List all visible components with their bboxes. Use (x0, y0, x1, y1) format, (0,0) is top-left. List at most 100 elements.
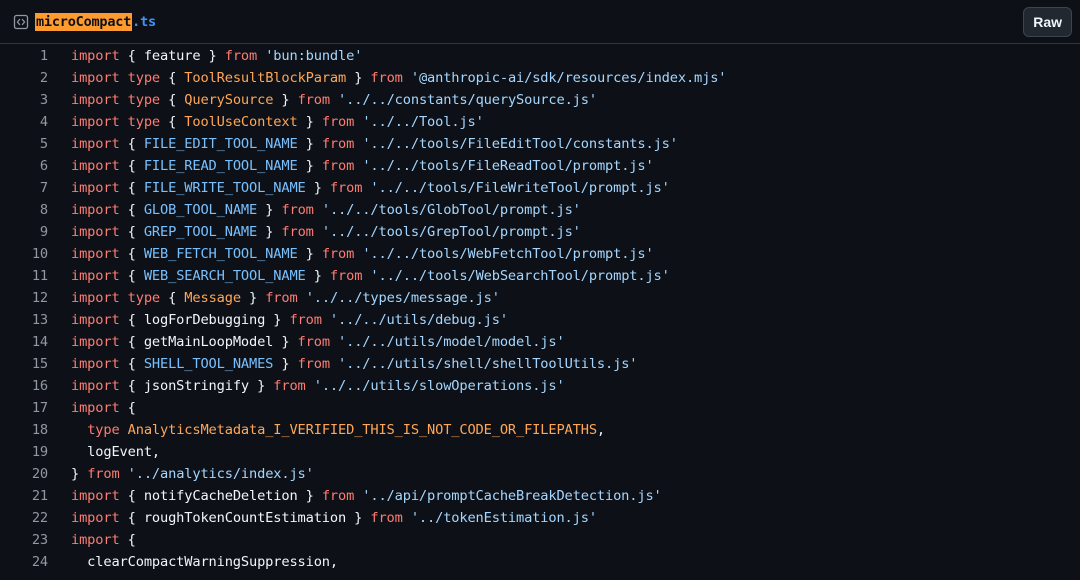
line-code: import { notifyCacheDeletion } from '../… (48, 488, 662, 504)
code-line: 7 import { FILE_WRITE_TOOL_NAME } from '.… (0, 177, 1080, 199)
line-code: } from '../analytics/index.js' (48, 466, 314, 482)
code-line: 23 import { (0, 529, 1080, 551)
line-code: clearCompactWarningSuppression, (48, 554, 338, 570)
keyword-token: from (297, 356, 331, 372)
line-number[interactable]: 21 (0, 488, 48, 504)
line-number[interactable]: 3 (0, 92, 48, 108)
constant-token: SHELL_TOOL_NAMES (143, 356, 274, 372)
type-token: ToolResultBlockParam (184, 70, 347, 86)
line-code: import { WEB_FETCH_TOOL_NAME } from '../… (48, 246, 654, 262)
code-line: 8 import { GLOB_TOOL_NAME } from '../../t… (0, 199, 1080, 221)
line-code: import { GLOB_TOOL_NAME } from '../../to… (48, 202, 581, 218)
keyword-token: import (71, 92, 120, 108)
line-number[interactable]: 1 (0, 48, 48, 64)
line-number[interactable]: 18 (0, 422, 48, 438)
line-number[interactable]: 2 (0, 70, 48, 86)
code-line: 22 import { roughTokenCountEstimation } f… (0, 507, 1080, 529)
code-text: { roughTokenCountEstimation } (119, 510, 371, 526)
line-number[interactable]: 14 (0, 334, 48, 350)
raw-button[interactable]: Raw (1023, 6, 1072, 37)
line-number[interactable]: 15 (0, 356, 48, 372)
code-text: clearCompactWarningSuppression, (71, 554, 338, 570)
code-text: { getMainLoopModel } (119, 334, 298, 350)
keyword-token: from (265, 290, 298, 306)
code-text: { (119, 532, 136, 548)
line-code: import type { Message } from '../../type… (48, 290, 500, 306)
line-number[interactable]: 5 (0, 136, 48, 152)
code-body: 1 import { feature } from 'bun:bundle' 2 im… (0, 44, 1080, 573)
line-number[interactable]: 20 (0, 466, 48, 482)
code-text: } (346, 70, 371, 86)
line-number[interactable]: 23 (0, 532, 48, 548)
line-number[interactable]: 6 (0, 158, 48, 174)
line-number[interactable]: 4 (0, 114, 48, 130)
keyword-token: from (321, 158, 355, 174)
line-number[interactable]: 7 (0, 180, 48, 196)
line-number[interactable]: 17 (0, 400, 48, 416)
line-number[interactable]: 22 (0, 510, 48, 526)
keyword-token: import (71, 158, 120, 174)
code-text: { (160, 290, 185, 306)
keyword-token: from (289, 312, 322, 328)
keyword-token: from (273, 378, 306, 394)
line-code: import { FILE_READ_TOOL_NAME } from '../… (48, 158, 654, 174)
code-line: 2 import type { ToolResultBlockParam } fr… (0, 67, 1080, 89)
code-text: , (596, 422, 606, 438)
keyword-token: import (71, 334, 120, 350)
code-text: } (297, 158, 322, 174)
keyword-token: from (87, 466, 120, 482)
type-token: AnalyticsMetadata_I_VERIFIED_THIS_IS_NOT… (127, 422, 597, 438)
line-number[interactable]: 16 (0, 378, 48, 394)
string-token: '../../tools/WebSearchTool/prompt.js' (370, 268, 670, 284)
code-text: } (240, 290, 266, 306)
line-number[interactable]: 11 (0, 268, 48, 284)
line-number[interactable]: 9 (0, 224, 48, 240)
line-number[interactable]: 24 (0, 554, 48, 570)
line-code: type AnalyticsMetadata_I_VERIFIED_THIS_I… (48, 422, 605, 438)
keyword-token: import (71, 290, 120, 306)
line-number[interactable]: 10 (0, 246, 48, 262)
string-token: '../../tools/GlobTool/prompt.js' (321, 202, 581, 218)
keyword-token: from (370, 70, 403, 86)
line-number[interactable]: 12 (0, 290, 48, 306)
keyword-token: from (321, 246, 355, 262)
keyword-token: from (281, 224, 314, 240)
keyword-token: type (87, 422, 120, 438)
code-text: { (119, 136, 144, 152)
keyword-token: from (297, 92, 331, 108)
line-number[interactable]: 19 (0, 444, 48, 460)
file-name-base: microCompact (35, 12, 133, 31)
line-code: logEvent, (48, 444, 160, 460)
line-code: import { (48, 400, 136, 416)
code-line: 17 import { (0, 397, 1080, 419)
code-text: { feature } (119, 48, 225, 64)
code-line: 15 import { SHELL_TOOL_NAMES } from '../.… (0, 353, 1080, 375)
code-text: logEvent, (71, 444, 160, 460)
code-line: 20} from '../analytics/index.js' (0, 463, 1080, 485)
keyword-token: from (297, 334, 331, 350)
line-code: import type { QuerySource } from '../../… (48, 92, 597, 108)
file-name-extension: .ts (132, 13, 156, 30)
keyword-token: import (71, 268, 120, 284)
line-number[interactable]: 13 (0, 312, 48, 328)
constant-token: FILE_EDIT_TOOL_NAME (143, 136, 298, 152)
string-token: '../../Tool.js' (362, 114, 484, 130)
string-token: '../../constants/querySource.js' (338, 92, 597, 108)
code-line: 3 import type { QuerySource } from '../..… (0, 89, 1080, 111)
type-token: QuerySource (184, 92, 274, 108)
string-token: 'bun:bundle' (265, 48, 363, 64)
code-text: { (119, 246, 144, 262)
code-text: } (305, 268, 330, 284)
line-number[interactable]: 8 (0, 202, 48, 218)
code-text: { (119, 224, 144, 240)
keyword-token: from (224, 48, 258, 64)
code-text: } (273, 356, 298, 372)
